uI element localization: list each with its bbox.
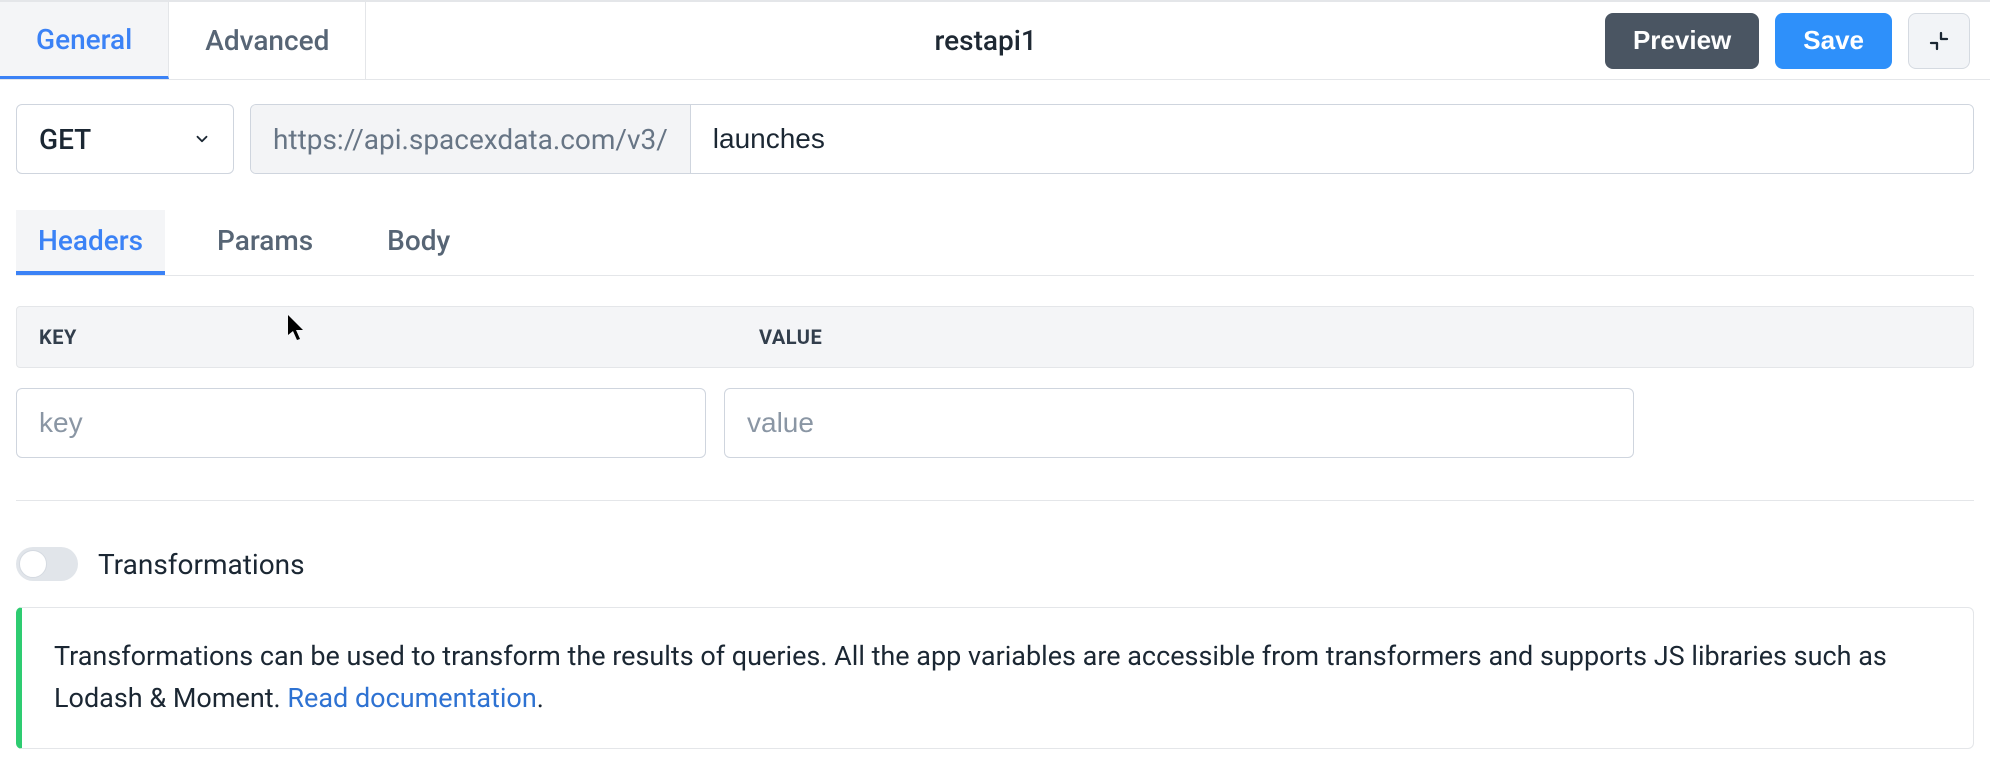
url-row: GET https://api.spacexdata.com/v3/ — [16, 104, 1974, 174]
save-button[interactable]: Save — [1775, 13, 1892, 69]
documentation-link[interactable]: Read documentation — [287, 682, 536, 714]
sub-tab-body[interactable]: Body — [365, 210, 472, 275]
content-area: GET https://api.spacexdata.com/v3/ Heade… — [0, 80, 1990, 749]
col-header-value: VALUE — [737, 325, 1973, 349]
top-tabs: General Advanced — [0, 2, 366, 79]
tab-advanced[interactable]: Advanced — [169, 2, 366, 79]
top-actions: Preview Save — [1605, 2, 1990, 79]
sub-tabs: Headers Params Body — [16, 210, 1974, 276]
collapse-button[interactable] — [1908, 13, 1970, 69]
url-path-input[interactable] — [691, 105, 1973, 173]
transformations-toggle[interactable] — [16, 547, 78, 581]
divider — [16, 500, 1974, 501]
top-bar: General Advanced restapi1 Preview Save — [0, 0, 1990, 80]
query-title: restapi1 — [366, 2, 1605, 79]
headers-row — [16, 388, 1974, 458]
tab-general[interactable]: General — [0, 2, 169, 79]
url-base: https://api.spacexdata.com/v3/ — [251, 105, 691, 173]
transformations-info: Transformations can be used to transform… — [16, 607, 1974, 749]
method-value: GET — [39, 123, 91, 156]
transformations-label: Transformations — [98, 548, 305, 581]
preview-button[interactable]: Preview — [1605, 13, 1759, 69]
transformations-row: Transformations — [16, 547, 1974, 581]
collapse-icon — [1927, 29, 1951, 53]
url-wrap: https://api.spacexdata.com/v3/ — [250, 104, 1974, 174]
headers-table: KEY VALUE — [16, 306, 1974, 458]
headers-table-head: KEY VALUE — [16, 306, 1974, 368]
sub-tab-headers[interactable]: Headers — [16, 210, 165, 275]
header-key-input[interactable] — [16, 388, 706, 458]
toggle-knob — [19, 550, 47, 578]
chevron-down-icon — [193, 130, 211, 148]
header-value-input[interactable] — [724, 388, 1634, 458]
info-period: . — [537, 682, 544, 714]
sub-tab-params[interactable]: Params — [195, 210, 335, 275]
method-select[interactable]: GET — [16, 104, 234, 174]
col-header-key: KEY — [17, 325, 737, 349]
